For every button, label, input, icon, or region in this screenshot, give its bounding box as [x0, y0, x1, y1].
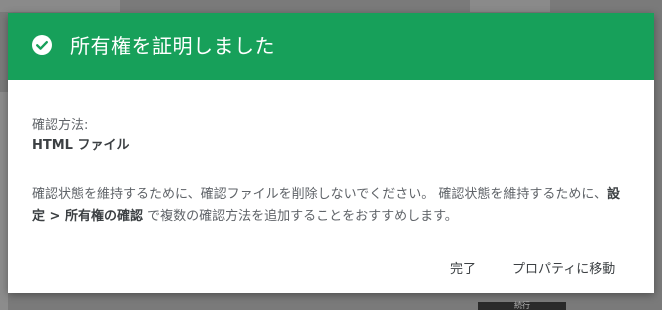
background-fragment — [470, 0, 550, 12]
check-circle-icon — [32, 35, 52, 55]
go-to-property-button[interactable]: プロパティに移動 — [512, 258, 615, 277]
done-button[interactable]: 完了 — [450, 258, 476, 277]
notice-text: 確認状態を維持するために、確認ファイルを削除しないでください。 確認状態を維持す… — [32, 187, 607, 202]
notice-text-end: で複数の確認方法を追加することをおすすめします。 — [142, 209, 458, 224]
ownership-verified-dialog: 所有権を証明しました 確認方法: HTML ファイル 確認状態を維持するために、… — [8, 13, 654, 293]
background-fragment — [0, 0, 120, 12]
verification-notice: 確認状態を維持するために、確認ファイルを削除しないでください。 確認状態を維持す… — [32, 184, 632, 228]
background-continue-button: 続行 — [478, 302, 566, 310]
dialog-header: 所有権を証明しました — [8, 13, 654, 80]
background-left-strip — [0, 92, 8, 310]
dialog-title: 所有権を証明しました — [70, 34, 275, 58]
verification-method-value: HTML ファイル — [32, 138, 130, 153]
verification-method-label: 確認方法: — [32, 118, 89, 133]
